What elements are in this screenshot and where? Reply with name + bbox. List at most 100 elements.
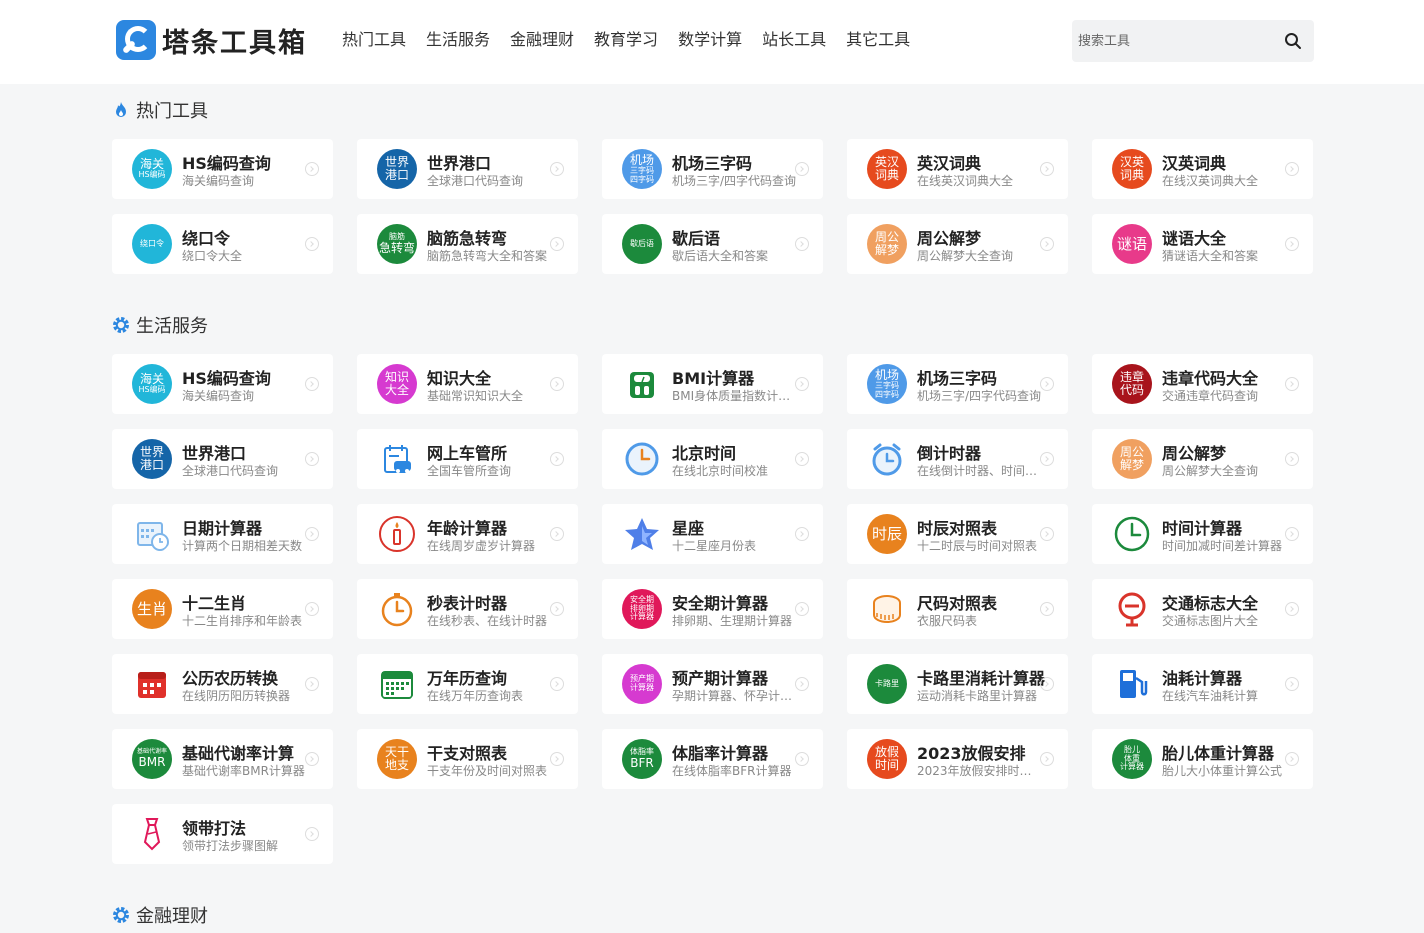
tool-desc: 十二星座月份表 [672, 539, 757, 553]
tool-card[interactable]: 歇后语 歇后语 歇后语大全和答案 [602, 214, 823, 274]
nav-item-math[interactable]: 数学计算 [678, 29, 742, 51]
tool-card[interactable]: 海关 HS编码 HS编码查询 海关编码查询 [112, 354, 333, 414]
tool-badge-icon: 天干 地支 [377, 739, 417, 779]
badge-line: 时辰 [871, 524, 902, 543]
nav-item-other[interactable]: 其它工具 [846, 29, 910, 51]
tool-card[interactable]: 油耗计算器 在线汽车油耗计算 [1092, 654, 1313, 714]
tool-card[interactable]: 预产期 计算器 预产期计算器 孕期计算器、怀孕计算器 [602, 654, 823, 714]
tool-title: 机场三字码 [917, 369, 998, 388]
tool-card[interactable]: 汉英 词典 汉英词典 在线汉英词典大全 [1092, 139, 1313, 199]
tool-card[interactable]: 秒表计时器 在线秒表、在线计时器 [357, 579, 578, 639]
nav-item-life[interactable]: 生活服务 [426, 29, 490, 51]
tool-card[interactable]: 卡路里 卡路里消耗计算器 运动消耗卡路里计算器 [847, 654, 1068, 714]
tool-badge-icon: 胎儿 体重 计算器 [1112, 739, 1152, 779]
tool-card[interactable]: 体脂率 BFR 体脂率计算器 在线体脂率BFR计算器 [602, 729, 823, 789]
gear-icon [113, 907, 129, 923]
tool-card[interactable]: 时间计算器 时间加减时间差计算器 [1092, 504, 1313, 564]
chevron-right-icon [795, 237, 809, 251]
tool-desc: 在线秒表、在线计时器 [427, 614, 548, 628]
tool-card[interactable]: 网上车管所 全国车管所查询 [357, 429, 578, 489]
tool-title: 公历农历转换 [182, 669, 279, 688]
tool-badge-icon: 卡路里 [867, 664, 907, 704]
candle-icon [377, 514, 417, 554]
tool-desc: 在线周岁虚岁计算器 [427, 539, 536, 553]
green-clock-icon [1112, 514, 1152, 554]
tool-card[interactable]: 安全期 排卵期 计算器 安全期计算器 排卵期、生理期计算器 [602, 579, 823, 639]
tool-card[interactable]: 放假 时间 2023放假安排 2023年放假安排时间表 [847, 729, 1068, 789]
chevron-right-icon [795, 377, 809, 391]
section-title-text: 金融理财 [136, 906, 208, 927]
tool-desc: 在线英汉词典大全 [917, 174, 1014, 188]
badge-line: 大全 [384, 383, 409, 397]
fuel-icon [1112, 664, 1152, 704]
tool-card[interactable]: 交通标志大全 交通标志图片大全 [1092, 579, 1313, 639]
chevron-right-icon [550, 377, 564, 391]
tool-card[interactable]: 世界 港口 世界港口 全球港口代码查询 [357, 139, 578, 199]
tool-card[interactable]: 周公 解梦 周公解梦 周公解梦大全查询 [847, 214, 1068, 274]
tool-card[interactable]: 倒计时器在线倒计时器、时间倒计时 [847, 429, 1068, 489]
green-calendar-icon [377, 664, 417, 704]
tool-card[interactable]: 脑筋 急转弯 脑筋急转弯 脑筋急转弯大全和答案 [357, 214, 578, 274]
chevron-right-icon [305, 377, 319, 391]
search-icon[interactable] [1284, 32, 1302, 50]
chevron-right-icon [550, 452, 564, 466]
tool-card[interactable]: 星座 十二星座月份表 [602, 504, 823, 564]
tool-card[interactable]: 天干 地支 干支对照表 干支年份及时间对照表 [357, 729, 578, 789]
tool-desc: 绕口令大全 [182, 249, 243, 263]
tool-badge-icon: 基础代谢率 BMR [132, 739, 172, 779]
badge-line: 计算器 [1120, 762, 1144, 772]
chevron-right-icon [305, 602, 319, 616]
tool-desc: 周公解梦大全查询 [1162, 464, 1259, 478]
tool-card[interactable]: BMI计算器 BMI身体质量指数计算器 [602, 354, 823, 414]
tool-card[interactable]: 违章 代码 违章代码大全 交通违章代码查询 [1092, 354, 1313, 414]
car-icon [377, 439, 417, 479]
sign-icon [1112, 589, 1152, 629]
tool-card[interactable]: 时辰 时辰对照表 十二时辰与时间对照表 [847, 504, 1068, 564]
tool-title: 机场三字码 [672, 154, 753, 173]
tool-title: 周公解梦 [1162, 444, 1227, 463]
tool-card[interactable]: 英汉 词典 英汉词典 在线英汉词典大全 [847, 139, 1068, 199]
wrench-logo-icon [116, 20, 156, 60]
tool-title: 基础代谢率计算 [182, 744, 295, 763]
badge-line: 歇后语 [630, 238, 654, 248]
tool-card[interactable]: 公历农历转换 在线阴历阳历转换器 [112, 654, 333, 714]
chevron-right-icon [1040, 162, 1054, 176]
nav-item-hot[interactable]: 热门工具 [342, 29, 406, 51]
chevron-right-icon [1040, 377, 1054, 391]
chevron-right-icon [305, 527, 319, 541]
nav-item-finance[interactable]: 金融理财 [510, 29, 574, 51]
tool-card[interactable]: 领带打法 领带打法步骤图解 [112, 804, 333, 864]
tool-desc: 十二生肖排序和年龄表 [182, 614, 303, 628]
tool-card[interactable]: 生肖 十二生肖 十二生肖排序和年龄表 [112, 579, 333, 639]
tool-card[interactable]: 尺码对照表 衣服尺码表 [847, 579, 1068, 639]
nav-item-webmaster[interactable]: 站长工具 [762, 29, 826, 51]
tool-card[interactable]: 日期计算器 计算两个日期相差天数 [112, 504, 333, 564]
tool-card[interactable]: 谜语 谜语大全 猜谜语大全和答案 [1092, 214, 1313, 274]
tool-card[interactable]: 海关 HS编码 HS编码查询 海关编码查询 [112, 139, 333, 199]
tool-desc: 在线万年历查询表 [427, 689, 524, 703]
badge-line: BFR [630, 755, 654, 770]
tool-badge-icon: 世界 港口 [377, 149, 417, 189]
tool-desc: 干支年份及时间对照表 [427, 764, 548, 778]
tool-card[interactable]: 基础代谢率 BMR 基础代谢率计算 基础代谢率BMR计算器 [112, 729, 333, 789]
section-title-text: 生活服务 [136, 316, 208, 337]
tool-badge-icon: 周公 解梦 [867, 224, 907, 264]
tool-card[interactable]: 年龄计算器 在线周岁虚岁计算器 [357, 504, 578, 564]
tool-card[interactable]: 世界 港口 世界港口 全球港口代码查询 [112, 429, 333, 489]
tool-card[interactable]: 绕口令 绕口令 绕口令大全 [112, 214, 333, 274]
badge-line: 机场 [629, 152, 654, 167]
tool-card[interactable]: 知识 大全 知识大全 基础常识知识大全 [357, 354, 578, 414]
tool-card[interactable]: 机场 三字码 四字码 机场三字码 机场三字/四字代码查询 [602, 139, 823, 199]
tool-card[interactable]: 万年历查询 在线万年历查询表 [357, 654, 578, 714]
nav-item-education[interactable]: 教育学习 [594, 29, 658, 51]
tool-title: 北京时间 [672, 444, 737, 463]
search-input[interactable] [1072, 20, 1272, 62]
chevron-right-icon [305, 752, 319, 766]
tool-card[interactable]: 机场 三字码 四字码 机场三字码 机场三字/四字代码查询 [847, 354, 1068, 414]
logo[interactable]: 塔条工具箱 [116, 20, 307, 60]
chevron-right-icon [305, 827, 319, 841]
tool-card[interactable]: 胎儿 体重 计算器 胎儿体重计算器 胎儿大小体重计算公式 [1092, 729, 1313, 789]
tool-desc: 领带打法步骤图解 [182, 839, 279, 853]
tool-card[interactable]: 周公 解梦 周公解梦 周公解梦大全查询 [1092, 429, 1313, 489]
tool-card[interactable]: 北京时间 在线北京时间校准 [602, 429, 823, 489]
